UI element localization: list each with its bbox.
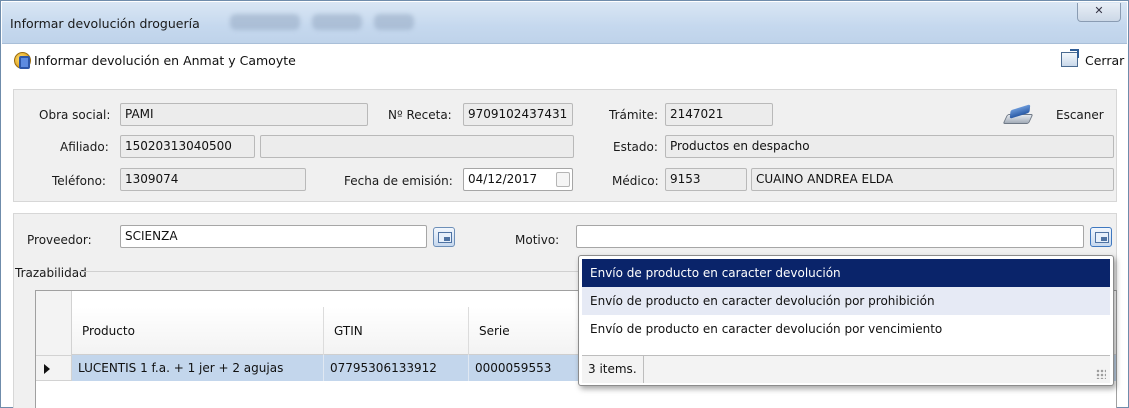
grid-corner (36, 291, 72, 355)
proveedor-label: Proveedor: (27, 233, 92, 247)
motivo-option[interactable]: Envío de producto en caracter devolución… (582, 287, 1110, 315)
estado-field[interactable]: Productos en despacho (665, 135, 1114, 158)
window-title: Informar devolución droguería (10, 16, 200, 31)
cell-producto[interactable]: LUCENTIS 1 f.a. + 1 jer + 2 agujas (72, 355, 324, 381)
scan-label[interactable]: Escaner (1056, 108, 1104, 122)
tramite-label: Trámite: (609, 108, 659, 122)
cell-gtin[interactable]: 07795306133912 (324, 355, 469, 381)
row-selector[interactable] (36, 355, 72, 381)
app-window: Informar devolución droguería ✕ Informar… (0, 0, 1129, 408)
medico-code-field[interactable]: 9153 (665, 168, 747, 191)
blurred-title-region (230, 14, 300, 30)
proveedor-lookup-button[interactable] (433, 227, 455, 247)
receta-label: Nº Receta: (388, 108, 452, 122)
fecha-emision-field[interactable]: 04/12/2017 (463, 168, 573, 191)
receta-field[interactable]: 9709102437431 (463, 103, 573, 126)
proveedor-field[interactable]: SCIENZA (120, 225, 427, 248)
dropdown-footer: 3 items. (582, 355, 1110, 383)
item-count: 3 items. (582, 356, 644, 383)
afiliado-name-field[interactable] (260, 135, 574, 158)
blurred-title-region (312, 14, 362, 30)
motivo-dropdown-list: Envío de producto en caracter devolución… (578, 255, 1114, 386)
motivo-lookup-button[interactable] (1090, 227, 1112, 247)
motivo-option[interactable]: Envío de producto en caracter devolución… (582, 315, 1110, 343)
fecha-emision-label: Fecha de emisión: (344, 174, 453, 188)
current-row-arrow-icon (44, 364, 50, 374)
obra-social-label: Obra social: (39, 108, 111, 122)
afiliado-label: Afiliado: (60, 140, 109, 154)
tramite-field[interactable]: 2147021 (665, 103, 773, 126)
trazabilidad-separator (79, 271, 579, 272)
fecha-emision-value: 04/12/2017 (468, 172, 538, 186)
motivo-option[interactable]: Envío de producto en caracter devolución (582, 259, 1110, 287)
title-bar: Informar devolución droguería ✕ (2, 2, 1127, 44)
page-title: Informar devolución en Anmat y Camoyte (34, 53, 296, 68)
column-header-gtin[interactable]: GTIN (324, 307, 469, 355)
resize-grip-icon[interactable] (1096, 369, 1106, 379)
blurred-title-region (374, 14, 414, 30)
telefono-label: Teléfono: (52, 174, 106, 188)
close-form-button[interactable]: Cerrar (1061, 49, 1127, 71)
medico-name-field[interactable]: CUAINO ANDREA ELDA (751, 168, 1114, 191)
close-form-label: Cerrar (1085, 53, 1125, 68)
obra-social-field[interactable]: PAMI (120, 103, 368, 126)
motivo-label: Motivo: (515, 233, 560, 247)
return-document-icon (14, 52, 31, 69)
medico-label: Médico: (612, 174, 659, 188)
trazabilidad-label: Trazabilidad (15, 266, 87, 280)
telefono-field[interactable]: 1309074 (120, 168, 306, 191)
estado-label: Estado: (613, 140, 658, 154)
column-header-producto[interactable]: Producto (72, 307, 324, 355)
exit-icon (1061, 49, 1079, 67)
window-close-button[interactable]: ✕ (1077, 3, 1121, 22)
calendar-dropdown-button[interactable] (556, 172, 570, 187)
motivo-field[interactable] (576, 225, 1084, 248)
afiliado-number-field[interactable]: 15020313040500 (120, 135, 255, 158)
header-bar: Informar devolución en Anmat y Camoyte C… (2, 44, 1127, 74)
scanner-icon[interactable] (1002, 104, 1034, 126)
